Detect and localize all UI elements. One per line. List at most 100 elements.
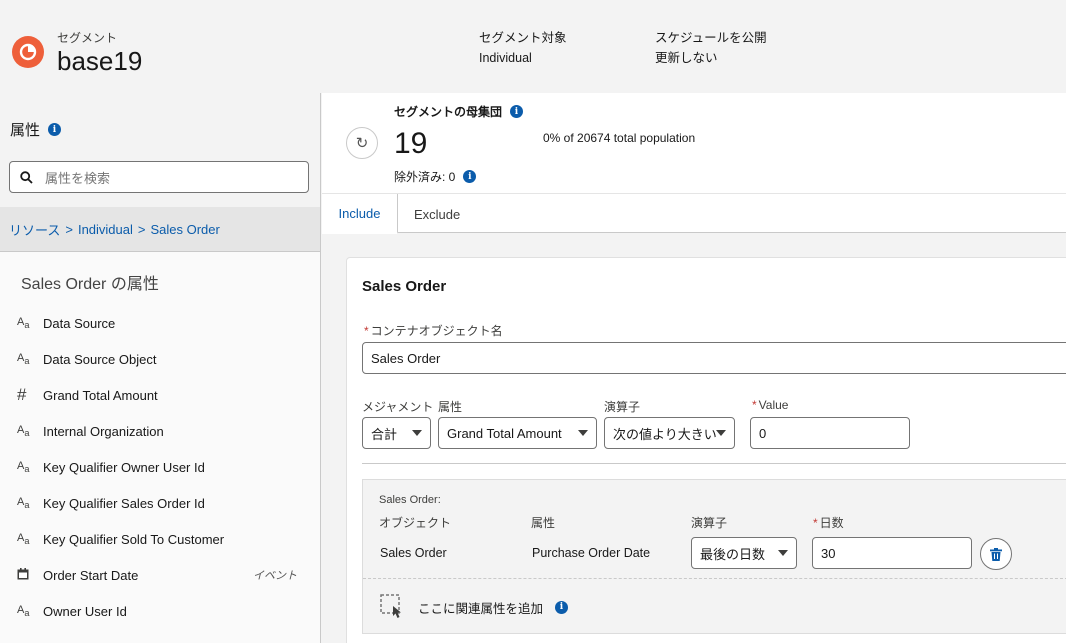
segment-target: セグメント対象 Individual (479, 28, 567, 68)
list-item[interactable]: Aa Key Qualifier Owner User Id (17, 457, 307, 477)
segment-target-value: Individual (479, 51, 532, 65)
population-label: セグメントの母集団 (394, 105, 503, 119)
attribute-label: Key Qualifier Sold To Customer (43, 531, 225, 547)
days-input[interactable]: 30 (812, 537, 972, 569)
related-object-value: Sales Order (380, 546, 447, 560)
list-item[interactable]: Order Start Date イベント (17, 565, 307, 585)
days-label: * 日数 (813, 514, 844, 531)
info-icon[interactable]: i (463, 170, 477, 183)
operator-label: 演算子 (604, 400, 641, 414)
rule-title: Sales Order (362, 278, 447, 295)
divider (362, 463, 1066, 464)
search-placeholder: 属性を検索 (45, 170, 111, 186)
text-type-icon: Aa (17, 459, 30, 475)
breadcrumb: リソース > Individual > Sales Order (0, 207, 320, 251)
required-marker: * (813, 516, 818, 530)
excluded-row: 除外済み: 0 i (394, 168, 477, 185)
refresh-button[interactable]: ↻ (346, 127, 378, 159)
attribute-value: Grand Total Amount (447, 425, 562, 441)
tab-include[interactable]: Include (322, 194, 398, 234)
list-item[interactable]: Aa Data Source (17, 313, 307, 333)
tab-bar: Include Exclude (322, 193, 1066, 234)
chevron-down-icon (716, 430, 726, 436)
attribute-label: Order Start Date (43, 567, 139, 583)
header-kicker: セグメント (57, 31, 118, 45)
breadcrumb-separator: > (137, 221, 146, 237)
attribute-label: Data Source Object (43, 351, 157, 367)
date-type-icon (17, 567, 43, 583)
segment-header: セグメント base19 セグメント対象 Individual スケジュールを公… (0, 0, 1066, 93)
text-type-icon: Aa (17, 603, 30, 619)
breadcrumb-item-resource[interactable]: リソース (9, 220, 60, 239)
measurement-value: 合計 (371, 426, 398, 442)
breadcrumb-item-individual[interactable]: Individual (78, 222, 133, 237)
info-icon[interactable]: i (555, 600, 569, 614)
measurement-label: メジャメント (362, 400, 434, 414)
text-type-icon: Aa (17, 351, 30, 367)
search-icon (20, 170, 33, 184)
excluded-count: 除外済み: 0 (394, 170, 456, 184)
value-input[interactable]: 0 (750, 417, 910, 449)
related-attribute-value: Purchase Order Date (532, 546, 651, 560)
attribute-list-heading: Sales Order の属性 (21, 276, 159, 293)
related-attribute-block: Sales Order: オブジェクト 属性 演算子 * 日数 Sales Ord… (362, 479, 1066, 634)
info-icon[interactable]: i (48, 123, 62, 136)
required-marker: * (364, 324, 369, 338)
tab-exclude[interactable]: Exclude (414, 194, 460, 234)
attribute-label: 属性 (438, 400, 463, 414)
list-item[interactable]: Aa Key Qualifier Sales Order Id (17, 493, 307, 513)
population-summary: ↻ セグメントの母集団 i 19 0% of 20674 total popul… (322, 93, 1066, 193)
measurement-select[interactable]: 合計 (362, 417, 431, 449)
segment-logo-icon (12, 36, 44, 68)
segment-title: base19 (57, 46, 143, 76)
event-tag: イベント (253, 570, 297, 582)
attribute-library-label: 属性 (10, 122, 41, 139)
info-icon[interactable]: i (510, 105, 524, 118)
drag-drop-icon (380, 594, 406, 620)
operator-value: 次の値より大きい (613, 426, 717, 442)
chevron-down-icon (412, 430, 422, 436)
publish-schedule-label: スケジュールを公開 (655, 31, 767, 45)
list-item[interactable]: Aa Owner User Id (17, 601, 307, 621)
list-item[interactable]: Aa Internal Organization (17, 421, 307, 441)
add-related-attribute-dropzone[interactable]: ここに関連属性を追加 i (363, 578, 1066, 635)
attribute-select[interactable]: Grand Total Amount (438, 417, 597, 449)
related-operator-label: 演算子 (691, 516, 728, 530)
segment-target-label: セグメント対象 (479, 31, 567, 45)
attribute-label: Grand Total Amount (43, 387, 158, 403)
attribute-label: Owner User Id (43, 603, 127, 619)
breadcrumb-item-sales-order[interactable]: Sales Order (150, 222, 219, 237)
list-item[interactable]: # Grand Total Amount (17, 385, 307, 405)
attribute-library: 属性 i 属性を検索 リソース > Individual > Sales Ord… (0, 93, 321, 643)
attribute-library-title: 属性 i (10, 119, 62, 140)
population-label-row: セグメントの母集団 i (394, 103, 524, 120)
operator-select[interactable]: 次の値より大きい (604, 417, 735, 449)
attribute-label: Data Source (43, 315, 116, 331)
attribute-list: Sales Order の属性 Aa Data Source Aa Data S… (0, 251, 320, 643)
attribute-search-input[interactable]: 属性を検索 (9, 161, 309, 193)
container-label-text: コンテナオブジェクト名 (370, 324, 503, 338)
attribute-label: Key Qualifier Owner User Id (43, 459, 205, 475)
value-label: * Value (752, 398, 788, 412)
breadcrumb-separator: > (65, 221, 73, 237)
related-operator-value: 最後の日数 (700, 546, 766, 562)
text-type-icon: Aa (17, 315, 30, 331)
text-type-icon: Aa (17, 423, 30, 439)
related-object-kicker: Sales Order: (379, 494, 441, 506)
publish-schedule-value: 更新しない (655, 51, 718, 65)
delete-button[interactable] (980, 538, 1012, 570)
related-operator-select[interactable]: 最後の日数 (691, 537, 797, 569)
container-object-field[interactable]: Sales Order (362, 342, 1066, 374)
segment-canvas: ↻ セグメントの母集団 i 19 0% of 20674 total popul… (322, 93, 1066, 643)
value-label-text: Value (758, 398, 789, 412)
add-related-attribute-text: ここに関連属性を追加 (418, 601, 544, 616)
number-type-icon: # (17, 385, 27, 404)
population-percent: 0% of 20674 total population (543, 131, 696, 145)
attribute-label: Internal Organization (43, 423, 164, 439)
list-item[interactable]: Aa Data Source Object (17, 349, 307, 369)
attribute-label: Key Qualifier Sales Order Id (43, 495, 205, 511)
related-attribute-label: 属性 (531, 516, 556, 530)
list-item[interactable]: Aa Key Qualifier Sold To Customer (17, 529, 307, 549)
publish-schedule: スケジュールを公開 更新しない (655, 28, 767, 68)
text-type-icon: Aa (17, 495, 30, 511)
